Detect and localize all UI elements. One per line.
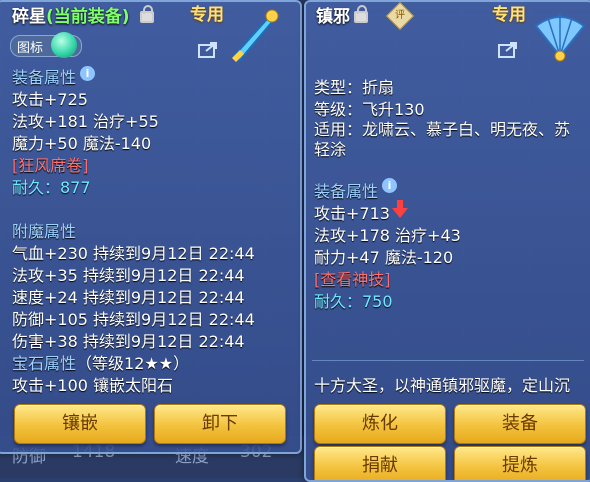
lock-icon[interactable] (354, 5, 368, 23)
sword-icon (232, 9, 279, 62)
section-equip-attr: 装备属性 (12, 68, 77, 87)
section-equip-attr: 装备属性 (314, 182, 379, 201)
gem-section-label: 宝石属性 (12, 354, 77, 373)
section-enchant-attr: 附魔属性 (12, 222, 77, 241)
equipped-status: (当前装备) (46, 7, 130, 27)
type-line: 类型：折扇 (314, 78, 395, 97)
attr-line: 法攻+178 治疗+43 (314, 226, 461, 245)
enchant-line: 速度+24 持续到9月12日 22:44 (12, 288, 245, 307)
compare-item-panel: 镇邪 评 专用 类型：折扇 等级：飞升130 适用：龙啸云、慕子白、明无夜、苏 … (304, 0, 590, 482)
donate-button[interactable]: 捐献 (314, 446, 446, 480)
durability: 耐久：877 (12, 178, 91, 197)
extract-button[interactable]: 提炼 (454, 446, 586, 480)
item-name: 镇邪 (316, 7, 350, 27)
section-gem-attr: 宝石属性（等级12★★） (12, 350, 189, 374)
attr-line: 攻击+713 (314, 204, 390, 223)
refine-button[interactable]: 炼化 (314, 404, 446, 444)
decrease-arrow-icon (392, 200, 408, 218)
equipped-item-panel: 碎星(当前装备) 专用 图标 装备属性 i 攻击+725 法攻+181 治疗+5… (0, 0, 302, 454)
share-icon[interactable] (498, 40, 520, 58)
item-title: 碎星(当前装备) (12, 2, 130, 27)
inlay-button[interactable]: 镶嵌 (14, 404, 146, 444)
fan-icon (534, 14, 586, 62)
enchant-line: 防御+105 持续到9月12日 22:44 (12, 310, 255, 329)
gem-line: 攻击+100 镶嵌太阳石 (12, 376, 174, 395)
lock-icon[interactable] (140, 5, 154, 23)
attr-line: 攻击+725 (12, 90, 88, 109)
enchant-line: 伤害+38 持续到9月12日 22:44 (12, 332, 245, 351)
item-description: 十方大圣，以神通镇邪驱魔，定山沉 (314, 376, 571, 395)
special-label: 专用 (492, 5, 526, 25)
view-skill-link[interactable]: [查看神技] (314, 266, 391, 290)
durability: 耐久：750 (314, 292, 393, 311)
rating-badge-label: 评 (395, 10, 405, 21)
enchant-line: 法攻+35 持续到9月12日 22:44 (12, 266, 245, 285)
unequip-button[interactable]: 卸下 (154, 404, 286, 444)
item-name: 碎星 (12, 7, 46, 27)
suitable-line-cont: 轻涂 (314, 140, 347, 159)
info-icon[interactable]: i (382, 178, 397, 193)
share-icon[interactable] (198, 40, 220, 58)
special-skill-link[interactable]: [狂风席卷] (12, 152, 89, 176)
special-label: 专用 (190, 5, 224, 25)
equip-button[interactable]: 装备 (454, 404, 586, 444)
attr-line: 魔力+50 魔法-140 (12, 134, 152, 153)
attr-line: 耐力+47 魔法-120 (314, 248, 454, 267)
divider (312, 360, 584, 361)
gem-level: （等级12★★） (76, 354, 190, 373)
icon-toggle[interactable]: 图标 (10, 32, 82, 58)
jade-orb-icon (51, 32, 77, 58)
enchant-line: 气血+230 持续到9月12日 22:44 (12, 244, 255, 263)
suitable-line: 适用：龙啸云、慕子白、明无夜、苏 (314, 120, 571, 139)
attr-line: 法攻+181 治疗+55 (12, 112, 159, 131)
icon-toggle-label: 图标 (17, 41, 44, 56)
info-icon[interactable]: i (80, 66, 95, 81)
rating-badge-icon[interactable]: 评 (385, 2, 415, 31)
